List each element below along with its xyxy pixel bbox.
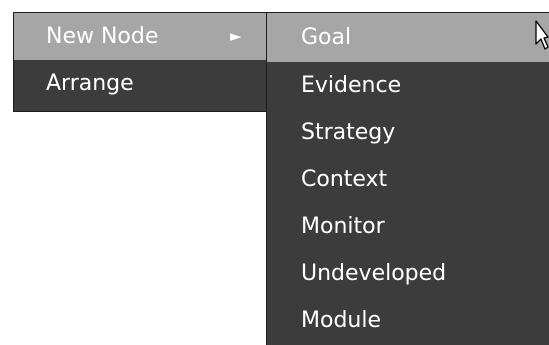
submenu-item-label: Evidence <box>301 73 402 98</box>
submenu-item-module[interactable]: Module <box>267 297 549 344</box>
mouse-pointer-icon <box>535 20 549 50</box>
submenu-item-monitor[interactable]: Monitor <box>267 203 549 250</box>
submenu-item-label: Strategy <box>301 120 396 145</box>
submenu-item-label: Undeveloped <box>301 261 447 286</box>
context-menu: New Node ► Arrange <box>13 12 268 112</box>
submenu-item-goal[interactable]: Goal <box>267 13 549 62</box>
submenu-item-context[interactable]: Context <box>267 156 549 203</box>
menu-item-arrange[interactable]: Arrange <box>14 60 267 107</box>
menu-item-label: Arrange <box>46 71 134 96</box>
submenu-item-label: Module <box>301 308 381 333</box>
submenu-item-label: Goal <box>301 25 352 50</box>
menu-item-new-node[interactable]: New Node ► <box>14 13 267 60</box>
context-menu-area: New Node ► Arrange Goal Evidence Strateg… <box>0 0 549 345</box>
submenu-item-label: Context <box>301 167 388 192</box>
submenu-arrow-icon: ► <box>230 27 242 45</box>
submenu-item-strategy[interactable]: Strategy <box>267 109 549 156</box>
submenu-item-evidence[interactable]: Evidence <box>267 62 549 109</box>
submenu-item-undeveloped[interactable]: Undeveloped <box>267 250 549 297</box>
new-node-submenu: Goal Evidence Strategy Context Monitor U… <box>266 12 549 345</box>
submenu-item-label: Monitor <box>301 214 385 239</box>
menu-item-label: New Node <box>46 24 159 49</box>
